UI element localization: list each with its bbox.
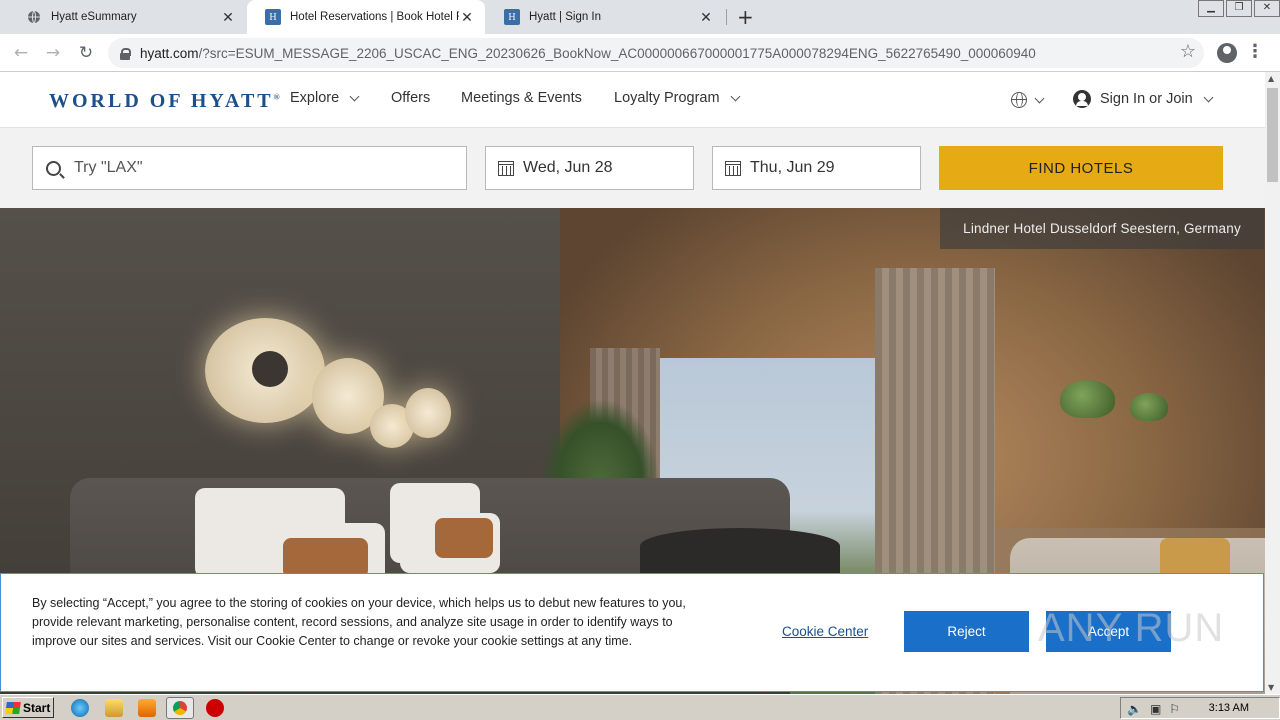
scroll-up-icon[interactable]: ▲: [1268, 74, 1274, 83]
browser-tab-strip: Hyatt eSummary ✕ H Hotel Reservations | …: [0, 0, 1280, 34]
nav-loyalty-label: Loyalty Program: [614, 90, 720, 106]
file-explorer-icon[interactable]: [105, 699, 123, 717]
wall-lamp: [405, 388, 451, 438]
world-of-hyatt-logo[interactable]: WORLD OF HYATT®: [49, 90, 280, 113]
wall-lamp: [205, 318, 325, 423]
browser-tab-hotel-reservations[interactable]: H Hotel Reservations | Book Hotel Rooms …: [247, 0, 485, 34]
nav-meetings-label: Meetings & Events: [461, 90, 582, 106]
windows-logo-icon: [5, 701, 21, 714]
find-hotels-button[interactable]: FIND HOTELS: [939, 146, 1223, 190]
close-tab-icon[interactable]: ✕: [459, 9, 475, 26]
site-header: WORLD OF HYATT® Explore Offers Meetings …: [0, 72, 1265, 128]
checkin-date: Wed, Jun 28: [523, 159, 613, 176]
sign-in-menu[interactable]: Sign In or Join: [1073, 90, 1214, 108]
cookie-text: By selecting “Accept,” you agree to the …: [32, 596, 686, 648]
logo-registered-mark: ®: [273, 92, 280, 102]
sign-in-label: Sign In or Join: [1100, 91, 1193, 107]
checkout-date-field[interactable]: Thu, Jun 29: [712, 146, 921, 190]
hyatt-favicon-icon: H: [265, 9, 281, 25]
checkin-date-field[interactable]: Wed, Jun 28: [485, 146, 694, 190]
forward-icon[interactable]: →: [41, 41, 65, 65]
nav-offers[interactable]: Offers: [391, 90, 430, 106]
chevron-down-icon: [1203, 92, 1214, 102]
globe-icon: [1011, 92, 1027, 108]
close-tab-icon[interactable]: ✕: [698, 9, 714, 26]
back-icon[interactable]: ←: [9, 41, 33, 65]
vase: [1060, 380, 1115, 418]
chevron-down-icon: [1034, 93, 1045, 103]
browser-menu-icon[interactable]: ⋮: [1246, 41, 1264, 62]
calendar-icon: [498, 160, 514, 176]
reject-button[interactable]: Reject: [904, 611, 1029, 652]
nav-loyalty-program[interactable]: Loyalty Program: [614, 90, 741, 106]
page-scrollbar[interactable]: ▲ ▼: [1265, 72, 1280, 694]
window-controls: ▁ ❐ ✕: [1196, 0, 1280, 18]
start-label: Start: [23, 700, 51, 715]
destination-field[interactable]: [32, 146, 467, 190]
search-icon: [46, 160, 61, 176]
close-window-icon[interactable]: ✕: [1254, 0, 1280, 17]
tab-title: Hyatt eSummary: [51, 11, 137, 23]
checkout-date: Thu, Jun 29: [750, 159, 835, 176]
browser-tab-hyatt-sign-in[interactable]: H Hyatt | Sign In ✕: [486, 0, 724, 34]
tray-icons[interactable]: 🔈▣⚐: [1127, 702, 1188, 716]
vase: [1130, 393, 1168, 421]
chevron-down-icon: [730, 91, 741, 101]
system-tray: 🔈▣⚐ 3:13 AM: [1120, 697, 1280, 719]
nav-explore[interactable]: Explore: [290, 90, 360, 106]
tab-title: Hotel Reservations | Book Hotel Rooms: [290, 11, 459, 23]
bookmark-star-icon[interactable]: ☆: [1180, 41, 1196, 62]
address-bar[interactable]: hyatt.com /?src=ESUM_MESSAGE_2206_USCAC_…: [108, 38, 1204, 68]
scroll-down-icon[interactable]: ▼: [1268, 683, 1274, 692]
nav-explore-label: Explore: [290, 90, 340, 106]
profile-icon[interactable]: [1217, 43, 1237, 63]
clock: 3:13 AM: [1208, 702, 1249, 714]
destination-input[interactable]: [74, 159, 454, 177]
hero-caption: Lindner Hotel Dusseldorf Seestern, Germa…: [940, 208, 1264, 249]
cushion: [435, 518, 493, 558]
watermark: ANY RUN: [1038, 606, 1225, 650]
user-icon: [1073, 90, 1091, 108]
browser-tab-hyatt-esummary[interactable]: Hyatt eSummary ✕: [8, 0, 246, 34]
cookie-center-link[interactable]: Cookie Center: [782, 624, 868, 639]
lock-icon: [120, 47, 131, 60]
globe-icon: [26, 9, 42, 25]
nav-meetings-events[interactable]: Meetings & Events: [461, 90, 582, 106]
browser-toolbar: ← → ↻ hyatt.com /?src=ESUM_MESSAGE_2206_…: [0, 34, 1280, 72]
url-domain: hyatt.com: [140, 45, 199, 61]
url-path: /?src=ESUM_MESSAGE_2206_USCAC_ENG_202306…: [198, 45, 1036, 61]
nav-offers-label: Offers: [391, 90, 431, 106]
windows-taskbar: Start 🔈▣⚐ 3:13 AM: [0, 694, 1280, 720]
cushion: [283, 538, 368, 578]
chevron-down-icon: [349, 91, 360, 101]
new-tab-button[interactable]: +: [737, 5, 754, 29]
chrome-icon: [173, 701, 187, 715]
chrome-taskbar-button[interactable]: [166, 697, 194, 719]
opera-icon[interactable]: [206, 699, 224, 717]
cookie-banner: By selecting “Accept,” you agree to the …: [0, 573, 1264, 692]
page-viewport: WORLD OF HYATT® Explore Offers Meetings …: [0, 72, 1265, 694]
restore-icon[interactable]: ❐: [1226, 0, 1252, 17]
calendar-icon: [725, 160, 741, 176]
internet-explorer-icon[interactable]: [71, 699, 89, 717]
hyatt-favicon-icon: H: [504, 9, 520, 25]
language-selector[interactable]: [1011, 92, 1045, 108]
start-button[interactable]: Start: [2, 697, 54, 718]
reload-icon[interactable]: ↻: [74, 41, 98, 65]
tab-title: Hyatt | Sign In: [529, 11, 602, 23]
hotel-search-bar: Wed, Jun 28 Thu, Jun 29 FIND HOTELS: [0, 128, 1265, 208]
logo-text: WORLD OF HYATT: [49, 90, 274, 112]
minimize-icon[interactable]: ▁: [1198, 0, 1224, 17]
scrollbar-thumb[interactable]: [1267, 88, 1278, 182]
close-tab-icon[interactable]: ✕: [220, 9, 236, 26]
tab-divider: [726, 9, 727, 25]
media-player-icon[interactable]: [138, 699, 156, 717]
